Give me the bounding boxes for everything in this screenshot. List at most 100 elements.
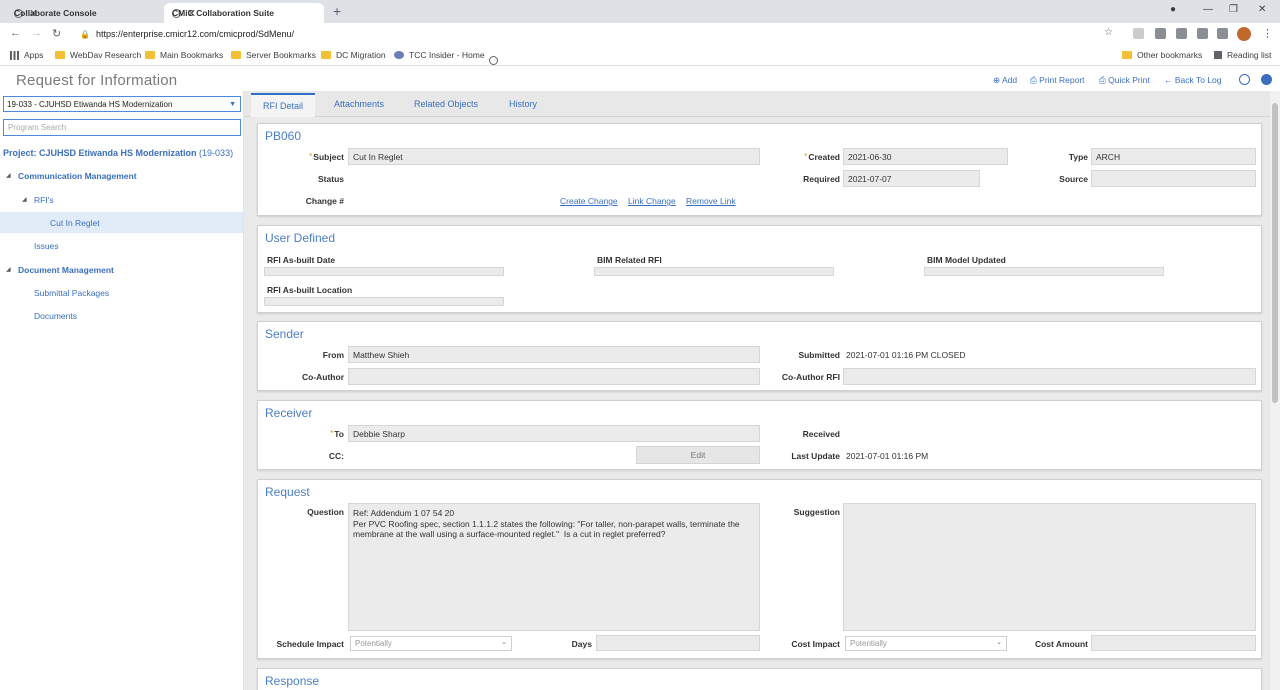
star-icon[interactable]: ☆: [1104, 27, 1113, 38]
address-bar: ← → ↻ 🔒 https://enterprise.cmicr12.com/c…: [0, 23, 1280, 45]
bookmark-webdav[interactable]: WebDav Research: [55, 50, 141, 60]
submitted-label: Submitted: [798, 350, 840, 360]
forward-icon[interactable]: →: [31, 27, 42, 39]
bookmarks-bar: Apps WebDav Research Main Bookmarks Serv…: [0, 45, 1280, 66]
change-number-label: Change #: [305, 196, 344, 206]
minimize-icon[interactable]: —: [1203, 4, 1213, 15]
extension-icon[interactable]: [1197, 28, 1208, 39]
question-label: Question: [307, 507, 344, 517]
schedule-impact-select[interactable]: Potentially ⌄: [350, 636, 512, 651]
subject-field[interactable]: Cut In Reglet: [348, 148, 760, 165]
rfi-header-panel: PB060 *Subject Cut In Reglet Status Chan…: [257, 123, 1262, 216]
tree-issues[interactable]: Issues: [34, 241, 59, 251]
days-field[interactable]: [596, 635, 760, 651]
globe-icon: [489, 55, 498, 65]
tab-rfi-detail[interactable]: RFI Detail: [251, 93, 316, 117]
edit-cc-button[interactable]: Edit: [636, 446, 760, 464]
add-button[interactable]: ⊕ Add: [993, 75, 1017, 86]
folder-icon: [231, 51, 241, 59]
tree-submittal-packages[interactable]: Submittal Packages: [34, 288, 109, 298]
tree-document-management[interactable]: Document Management: [18, 265, 114, 275]
bookmark-server[interactable]: Server Bookmarks: [231, 50, 316, 60]
tab-attachments[interactable]: Attachments: [334, 99, 384, 109]
remove-link-link[interactable]: Remove Link: [686, 196, 736, 206]
section-title: Response: [265, 674, 320, 688]
restore-icon[interactable]: ❐: [1229, 4, 1238, 15]
tree-cut-in-reglet[interactable]: Cut In Reglet: [50, 218, 100, 228]
reload-icon[interactable]: ↻: [52, 27, 61, 40]
url-field[interactable]: 🔒 https://enterprise.cmicr12.com/cmicpro…: [80, 26, 1120, 42]
profile-circle-icon[interactable]: ●: [1170, 4, 1176, 15]
program-search-input[interactable]: Program Search: [3, 119, 241, 136]
bim-model-updated-label: BIM Model Updated: [927, 255, 1006, 265]
asbuilt-date-field[interactable]: [264, 267, 504, 276]
extension-icon[interactable]: [1133, 28, 1144, 39]
cost-impact-select[interactable]: Potentially ⌄: [845, 636, 1007, 651]
link-change-link[interactable]: Link Change: [628, 196, 676, 206]
app-header: Request for Information ⊕ Add ⎙ Print Re…: [0, 66, 1280, 91]
asbuilt-location-label: RFI As-built Location: [267, 285, 353, 295]
lock-icon: 🔒: [80, 29, 90, 39]
close-window-icon[interactable]: ✕: [1258, 4, 1266, 15]
tree-rfis[interactable]: RFI's: [34, 195, 54, 205]
new-tab-button[interactable]: +: [333, 3, 341, 19]
subject-label: *Subject: [309, 152, 344, 162]
power-icon[interactable]: [1261, 74, 1272, 85]
cost-amount-field[interactable]: [1091, 635, 1256, 651]
reading-list-icon: [1214, 51, 1222, 59]
extension-icon[interactable]: [1176, 28, 1187, 39]
url-text: https://enterprise.cmicr12.com/cmicprod/…: [95, 29, 295, 39]
schedule-impact-label: Schedule Impact: [276, 639, 344, 649]
tree-communication-management[interactable]: Communication Management: [18, 171, 137, 181]
chevron-down-icon: ⌄: [501, 639, 507, 646]
apps-grid-icon: [10, 50, 19, 60]
source-field[interactable]: [1091, 170, 1256, 187]
from-field[interactable]: Matthew Shieh: [348, 346, 760, 363]
print-report-button[interactable]: ⎙ Print Report: [1030, 75, 1085, 86]
created-field[interactable]: 2021-06-30: [843, 148, 1008, 165]
required-date-field[interactable]: 2021-07-07: [843, 170, 980, 187]
bookmark-dc-migration[interactable]: DC Migration: [321, 50, 386, 60]
profile-avatar[interactable]: [1237, 27, 1251, 41]
menu-dots-icon[interactable]: ⋮: [1262, 27, 1273, 40]
cc-label: CC:: [328, 451, 344, 461]
quick-print-button[interactable]: ⎙ Quick Print: [1099, 75, 1150, 86]
tab-history[interactable]: History: [509, 99, 537, 109]
vertical-scrollbar[interactable]: [1270, 91, 1280, 690]
back-to-log-button[interactable]: ← Back To Log: [1164, 75, 1222, 85]
create-change-link[interactable]: Create Change: [560, 196, 618, 206]
question-textarea[interactable]: Ref: Addendum 1 07 54 20 Per PVC Roofing…: [348, 503, 760, 631]
project-label: Project: CJUHSD Etiwanda HS Modernizatio…: [3, 148, 234, 158]
bim-related-field[interactable]: [594, 267, 834, 276]
tree-documents[interactable]: Documents: [34, 311, 77, 321]
asbuilt-location-field[interactable]: [264, 297, 504, 306]
coauthor-rfi-field[interactable]: [843, 368, 1256, 385]
bookmark-apps[interactable]: Apps: [10, 50, 43, 60]
bookmark-tcc[interactable]: TCC Insider - Home: [394, 50, 485, 60]
suggestion-textarea[interactable]: [843, 503, 1256, 631]
bookmark-other[interactable]: Other bookmarks: [1122, 50, 1202, 60]
status-label: Status: [318, 174, 344, 184]
cost-amount-label: Cost Amount: [1034, 639, 1088, 649]
project-selector[interactable]: 19-033 - CJUHSD Etiwanda HS Modernizatio…: [3, 96, 241, 112]
puzzle-icon[interactable]: [1217, 28, 1228, 39]
user-icon[interactable]: [1239, 74, 1250, 85]
expand-triangle-icon[interactable]: ◢: [22, 196, 27, 203]
bookmark-main[interactable]: Main Bookmarks: [145, 50, 223, 60]
bim-model-updated-field[interactable]: [924, 267, 1164, 276]
expand-triangle-icon[interactable]: ◢: [6, 266, 11, 273]
type-field[interactable]: ARCH: [1091, 148, 1256, 165]
to-field[interactable]: Debbie Sharp: [348, 425, 760, 442]
browser-tab-cmic[interactable]: CMiC Collaboration Suite ✕: [164, 3, 324, 23]
extension-icon[interactable]: [1155, 28, 1166, 39]
expand-triangle-icon[interactable]: ◢: [6, 172, 11, 179]
coauthor-field[interactable]: [348, 368, 760, 385]
to-label: *To: [330, 429, 344, 439]
section-title: Request: [265, 485, 310, 499]
back-icon[interactable]: ←: [10, 27, 21, 39]
tab-related-objects[interactable]: Related Objects: [414, 99, 478, 109]
reading-list[interactable]: Reading list: [1214, 50, 1271, 60]
scrollbar-thumb[interactable]: [1272, 103, 1278, 403]
user-defined-panel: User Defined RFI As-built Date BIM Relat…: [257, 225, 1262, 313]
browser-tab-collaborate-console[interactable]: Collaborate Console ✕: [6, 3, 164, 23]
